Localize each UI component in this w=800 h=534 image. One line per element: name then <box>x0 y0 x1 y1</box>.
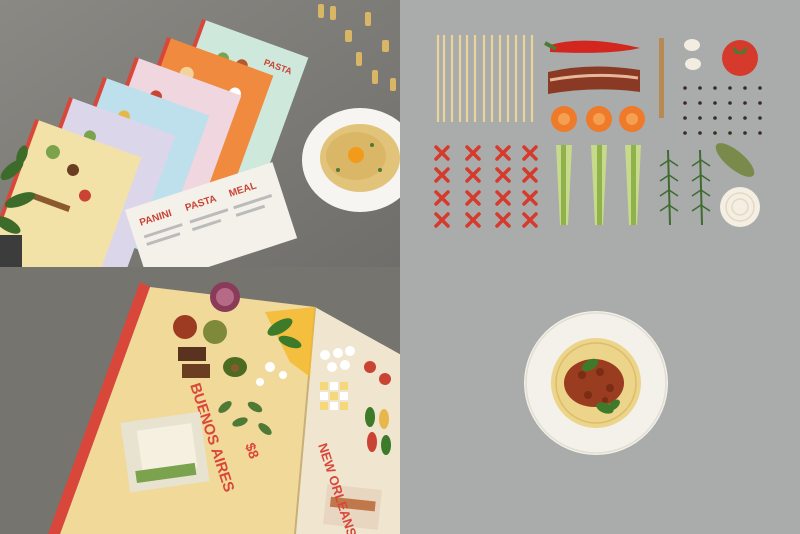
flatlay-art <box>400 0 800 534</box>
open-menu-art: BUENOS AIRES $8 NEW ORLEANS <box>0 267 400 534</box>
sandwich-photo <box>120 411 210 493</box>
stick <box>659 38 664 118</box>
menus-photo: PASTA PANINI PASTA MEAL <box>0 0 400 267</box>
carrot-slices <box>551 106 645 132</box>
tomato <box>722 40 758 76</box>
onion-half <box>720 187 760 227</box>
flatlay-photo <box>400 0 800 534</box>
spaghetti-bolognese-plate <box>524 311 668 455</box>
open-menu-photo: BUENOS AIRES $8 NEW ORLEANS <box>0 267 400 534</box>
menus-photo-art: PASTA PANINI PASTA MEAL <box>0 0 400 267</box>
